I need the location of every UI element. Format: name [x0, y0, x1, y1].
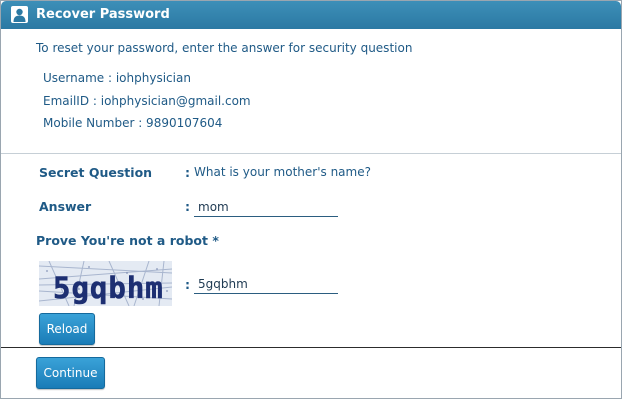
captcha-input[interactable] [194, 275, 338, 294]
continue-button[interactable]: Continue [36, 357, 105, 389]
reload-button-label: Reload [46, 322, 88, 336]
captcha-image: 5gqbhm [39, 261, 172, 306]
footer-divider [1, 347, 621, 348]
intro-text: To reset your password, enter the answer… [36, 41, 413, 55]
title-bar: Recover Password [1, 1, 621, 29]
username-line: Username : iohphysician [43, 71, 191, 85]
window-title: Recover Password [36, 7, 170, 22]
reload-button[interactable]: Reload [39, 313, 95, 345]
user-icon [11, 6, 28, 23]
email-line: EmailID : iohphysician@gmail.com [43, 94, 251, 108]
mobile-line: Mobile Number : 9890107604 [43, 116, 223, 130]
account-info: To reset your password, enter the answer… [1, 29, 621, 153]
captcha-glyphs: 5gqbhm [53, 271, 164, 305]
robot-check-label: Prove You're not a robot * [36, 233, 219, 248]
secret-question-colon: : [185, 165, 190, 180]
continue-button-label: Continue [43, 366, 98, 380]
secret-question-label: Secret Question [39, 165, 153, 180]
recover-password-panel: Recover Password To reset your password,… [0, 0, 622, 399]
answer-label: Answer [39, 199, 92, 214]
divider [1, 153, 621, 154]
captcha-colon: : [185, 277, 190, 292]
secret-question-value: What is your mother's name? [194, 165, 371, 179]
answer-colon: : [185, 199, 190, 214]
answer-input[interactable] [194, 198, 338, 217]
